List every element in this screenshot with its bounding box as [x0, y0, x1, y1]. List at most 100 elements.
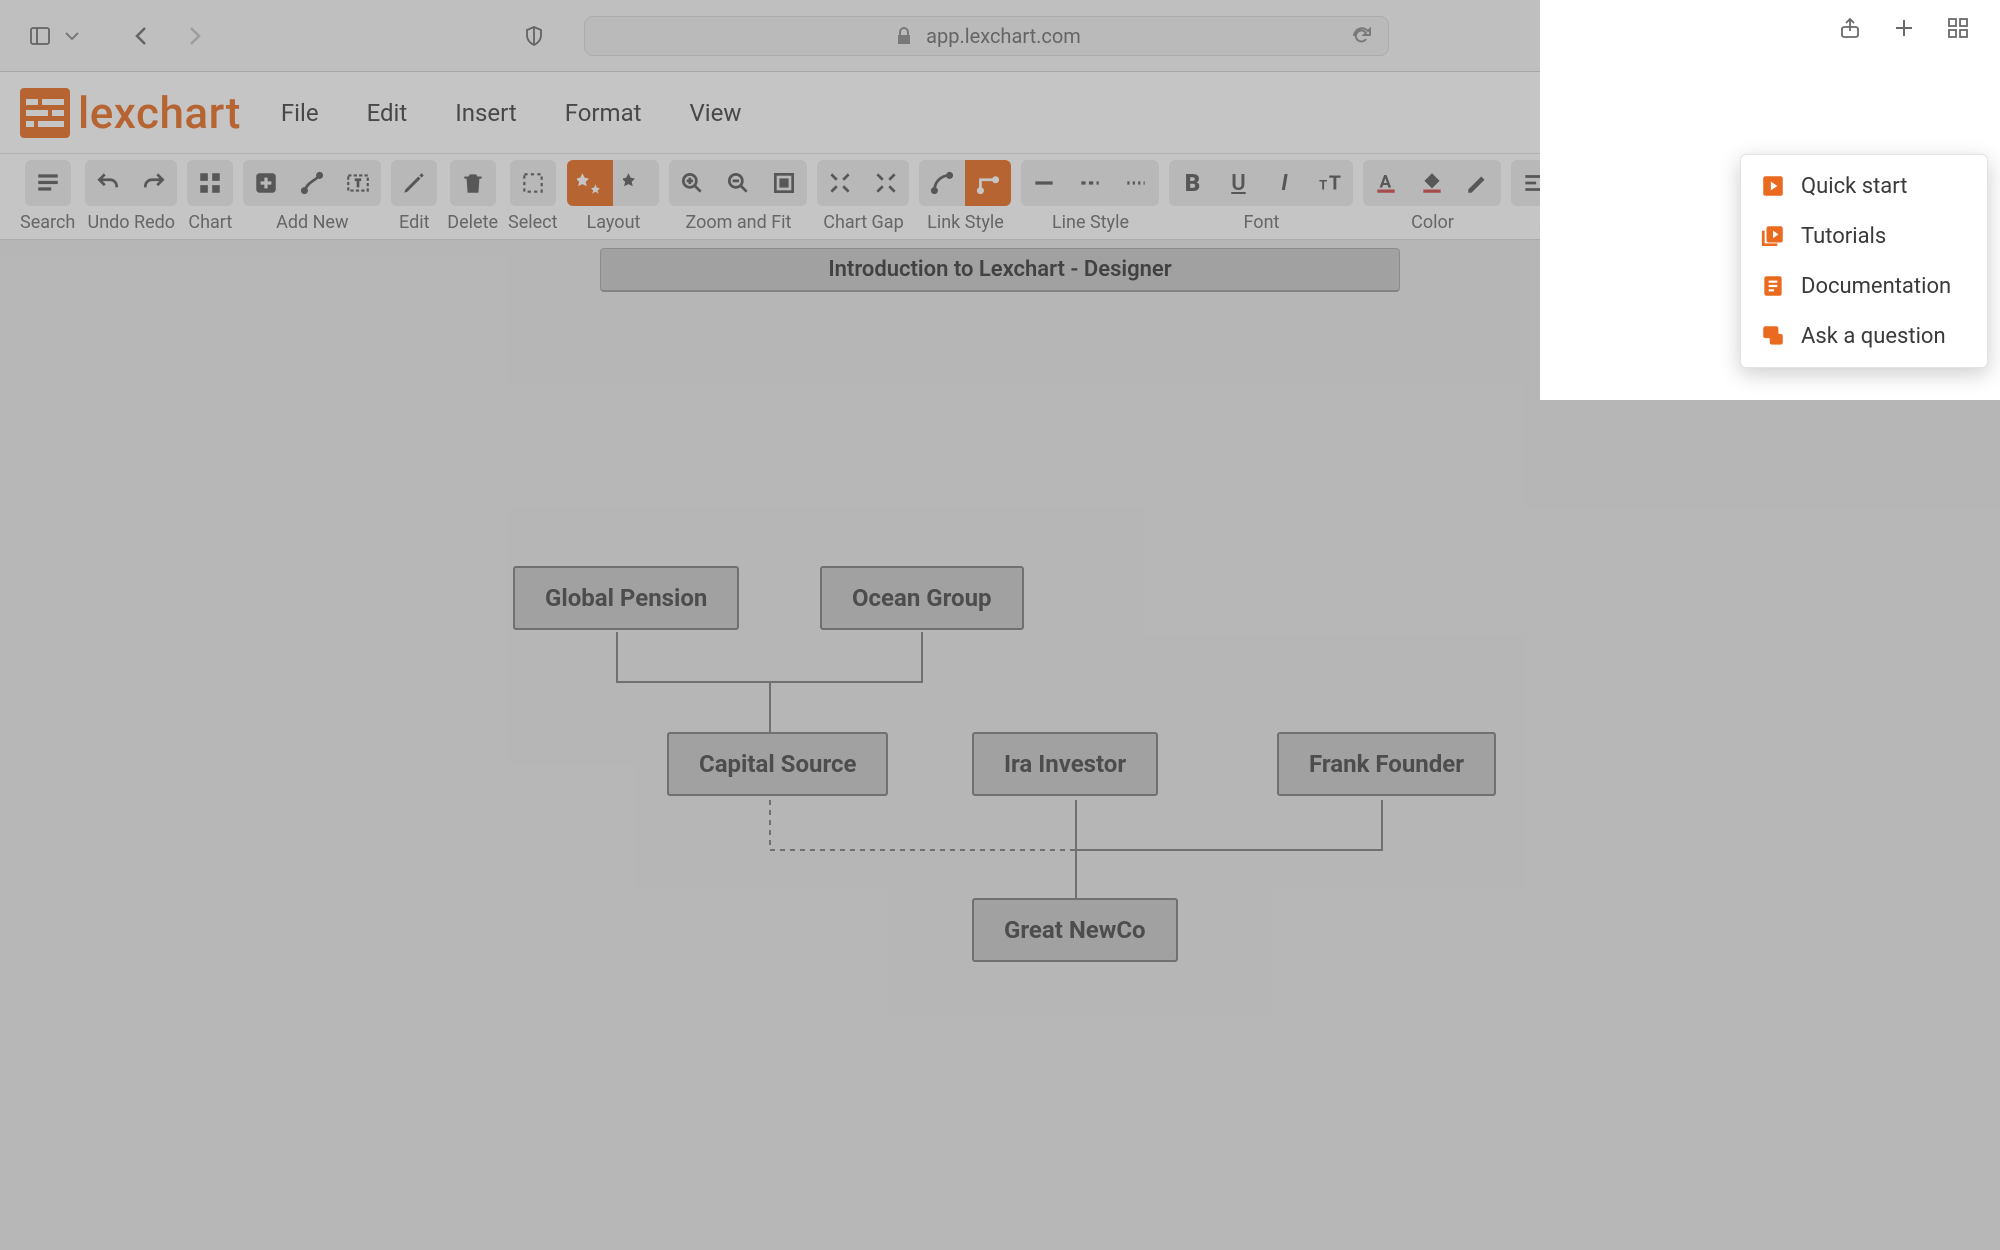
- tb-group-search: Search: [20, 160, 75, 233]
- zoom-out-button[interactable]: [715, 160, 761, 206]
- tb-group-chart: Chart: [187, 160, 233, 233]
- svg-text:T: T: [1320, 179, 1328, 194]
- sidebar-toggle-icon[interactable]: [28, 24, 52, 48]
- play-square-icon: [1759, 172, 1787, 200]
- text-size-button[interactable]: TT: [1307, 160, 1353, 206]
- tab-overview-icon[interactable]: [1946, 16, 1970, 40]
- underline-button[interactable]: U: [1215, 160, 1261, 206]
- tb-label-color: Color: [1411, 212, 1454, 233]
- node-ira-investor[interactable]: Ira Investor: [972, 732, 1158, 796]
- tb-group-edit: Edit: [391, 160, 437, 233]
- lock-icon: [892, 24, 916, 48]
- tb-label-layout: Layout: [587, 212, 641, 233]
- node-great-newco[interactable]: Great NewCo: [972, 898, 1178, 962]
- video-library-icon: [1759, 222, 1787, 250]
- svg-text:T: T: [1329, 172, 1341, 195]
- tb-group-zoom: Zoom and Fit: [669, 160, 807, 233]
- nav-forward-icon: [182, 24, 206, 48]
- document-icon: [1759, 272, 1787, 300]
- node-frank-founder[interactable]: Frank Founder: [1277, 732, 1496, 796]
- italic-button[interactable]: I: [1261, 160, 1307, 206]
- border-color-button[interactable]: [1455, 160, 1501, 206]
- document-title[interactable]: Introduction to Lexchart - Designer: [600, 248, 1400, 292]
- help-tutorials[interactable]: Tutorials: [1741, 211, 1987, 261]
- manual-layout-button[interactable]: [613, 160, 659, 206]
- help-ask-question-label: Ask a question: [1801, 324, 1946, 349]
- menu-edit[interactable]: Edit: [367, 99, 408, 127]
- auto-layout-button[interactable]: [567, 160, 613, 206]
- gap-expand-button[interactable]: [817, 160, 863, 206]
- tb-label-link-style: Link Style: [927, 212, 1004, 233]
- logo-mark-icon: [20, 88, 70, 138]
- redo-button[interactable]: [131, 160, 177, 206]
- share-system-icon[interactable]: [1838, 16, 1862, 40]
- tb-label-edit: Edit: [399, 212, 429, 233]
- text-color-button[interactable]: A: [1363, 160, 1409, 206]
- tb-label-delete: Delete: [447, 212, 498, 233]
- node-capital-source[interactable]: Capital Source: [667, 732, 888, 796]
- help-quick-start[interactable]: Quick start: [1741, 161, 1987, 211]
- tb-group-select: Select: [508, 160, 557, 233]
- gap-collapse-button[interactable]: [863, 160, 909, 206]
- add-link-button[interactable]: [289, 160, 335, 206]
- add-node-button[interactable]: [243, 160, 289, 206]
- tb-label-chart-gap: Chart Gap: [823, 212, 903, 233]
- tb-label-search: Search: [20, 212, 75, 233]
- tb-label-line-style: Line Style: [1052, 212, 1129, 233]
- help-tutorials-label: Tutorials: [1801, 224, 1886, 249]
- tb-group-undo-redo: Undo Redo: [85, 160, 177, 233]
- menu-format[interactable]: Format: [565, 99, 642, 127]
- menu-file[interactable]: File: [281, 99, 319, 127]
- chart-grid-button[interactable]: [187, 160, 233, 206]
- help-ask-question[interactable]: Ask a question: [1741, 311, 1987, 361]
- help-documentation[interactable]: Documentation: [1741, 261, 1987, 311]
- popover-region: Quick start Tutorials Documentation Ask …: [1540, 0, 2000, 400]
- bold-button[interactable]: B: [1169, 160, 1215, 206]
- nav-back-icon[interactable]: [130, 24, 154, 48]
- tb-group-layout: Layout: [567, 160, 659, 233]
- tb-group-chart-gap: Chart Gap: [817, 160, 909, 233]
- undo-button[interactable]: [85, 160, 131, 206]
- zoom-in-button[interactable]: [669, 160, 715, 206]
- address-bar[interactable]: app.lexchart.com: [584, 16, 1389, 56]
- menu-insert[interactable]: Insert: [455, 99, 516, 127]
- select-button[interactable]: [510, 160, 556, 206]
- menubar: File Edit Insert Format View: [281, 99, 741, 127]
- tb-group-color: A Color: [1363, 160, 1501, 233]
- qa-icon: [1759, 322, 1787, 350]
- node-global-pension[interactable]: Global Pension: [513, 566, 739, 630]
- tb-group-delete: Delete: [447, 160, 498, 233]
- search-button[interactable]: [25, 160, 71, 206]
- fit-button[interactable]: [761, 160, 807, 206]
- tb-group-line-style: Line Style: [1021, 160, 1159, 233]
- node-ocean-group[interactable]: Ocean Group: [820, 566, 1024, 630]
- shield-icon[interactable]: [522, 24, 546, 48]
- tb-label-undo-redo: Undo Redo: [88, 212, 176, 233]
- line-solid-button[interactable]: [1021, 160, 1067, 206]
- chevron-down-icon[interactable]: [60, 24, 84, 48]
- tb-group-add-new: Add New: [243, 160, 381, 233]
- logo[interactable]: lexchart: [20, 87, 241, 139]
- link-style-curved-button[interactable]: [919, 160, 965, 206]
- edit-button[interactable]: [391, 160, 437, 206]
- tb-label-zoom: Zoom and Fit: [686, 212, 792, 233]
- url-text: app.lexchart.com: [926, 24, 1081, 48]
- link-style-ortho-button[interactable]: [965, 160, 1011, 206]
- tb-label-font: Font: [1244, 212, 1280, 233]
- help-quick-start-label: Quick start: [1801, 174, 1907, 199]
- fill-color-button[interactable]: [1409, 160, 1455, 206]
- line-dashed-button[interactable]: [1067, 160, 1113, 206]
- svg-text:A: A: [1380, 172, 1392, 192]
- tb-group-link-style: Link Style: [919, 160, 1011, 233]
- new-tab-icon[interactable]: [1892, 16, 1916, 40]
- reload-icon[interactable]: [1350, 24, 1374, 48]
- tb-label-select: Select: [508, 212, 557, 233]
- add-text-button[interactable]: [335, 160, 381, 206]
- line-dotted-button[interactable]: [1113, 160, 1159, 206]
- tb-label-chart: Chart: [188, 212, 232, 233]
- help-menu: Quick start Tutorials Documentation Ask …: [1740, 154, 1988, 368]
- menu-view[interactable]: View: [689, 99, 741, 127]
- delete-button[interactable]: [450, 160, 496, 206]
- tb-label-add-new: Add New: [276, 212, 348, 233]
- tb-group-font: B U I TT Font: [1169, 160, 1353, 233]
